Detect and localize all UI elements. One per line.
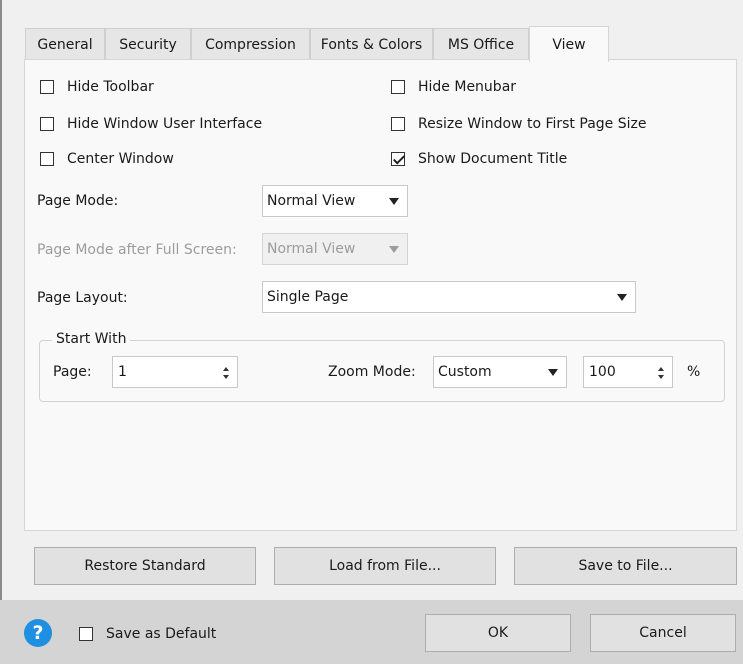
- zoom-unit: %: [687, 364, 701, 380]
- zoom-mode-value: Custom: [438, 364, 492, 380]
- zoom-value: 100: [589, 364, 616, 380]
- page-layout-select[interactable]: Single Page: [262, 281, 636, 313]
- load-from-file-button[interactable]: Load from File...: [274, 547, 496, 585]
- hide-toolbar-option[interactable]: Hide Toolbar: [40, 79, 154, 95]
- zoom-mode-label: Zoom Mode:: [328, 364, 416, 380]
- save-as-default-checkbox[interactable]: [79, 627, 93, 641]
- start-page-spinner[interactable]: 1: [112, 356, 238, 388]
- ok-button[interactable]: OK: [425, 614, 571, 652]
- save-to-file-button[interactable]: Save to File...: [514, 547, 737, 585]
- view-settings-panel: Hide Toolbar Hide Menubar Hide Window Us…: [24, 59, 737, 531]
- spin-up-icon[interactable]: [658, 367, 664, 371]
- center-window-checkbox[interactable]: [40, 152, 54, 166]
- page-mode-value: Normal View: [267, 193, 356, 209]
- resize-window-label: Resize Window to First Page Size: [418, 116, 647, 132]
- save-as-default-label: Save as Default: [106, 626, 217, 642]
- zoom-mode-select[interactable]: Custom: [433, 356, 567, 388]
- hide-toolbar-label: Hide Toolbar: [67, 79, 154, 95]
- spin-up-icon[interactable]: [223, 367, 229, 371]
- hide-menubar-label: Hide Menubar: [418, 79, 517, 95]
- save-as-default-option[interactable]: Save as Default: [79, 626, 216, 642]
- spin-down-icon[interactable]: [658, 375, 664, 379]
- restore-standard-button[interactable]: Restore Standard: [34, 547, 256, 585]
- hide-window-ui-checkbox[interactable]: [40, 117, 54, 131]
- hide-menubar-checkbox[interactable]: [391, 80, 405, 94]
- page-layout-label: Page Layout:: [37, 290, 128, 306]
- start-with-title: Start With: [52, 331, 131, 347]
- center-window-option[interactable]: Center Window: [40, 151, 174, 167]
- hide-toolbar-checkbox[interactable]: [40, 80, 54, 94]
- spin-down-icon[interactable]: [223, 375, 229, 379]
- tab-compression[interactable]: Compression: [191, 28, 310, 60]
- page-layout-value: Single Page: [267, 289, 349, 305]
- zoom-value-spinner[interactable]: 100: [583, 356, 673, 388]
- page-mode-fullscreen-select: Normal View: [262, 233, 408, 265]
- window-edge: [0, 0, 2, 600]
- page-mode-fullscreen-label: Page Mode after Full Screen:: [37, 242, 237, 258]
- dropdown-arrow-icon: [389, 198, 399, 205]
- page-mode-fullscreen-value: Normal View: [267, 241, 356, 257]
- hide-menubar-option[interactable]: Hide Menubar: [391, 79, 516, 95]
- start-page-value: 1: [118, 364, 127, 380]
- show-doc-title-checkbox[interactable]: [391, 152, 405, 166]
- hide-window-ui-label: Hide Window User Interface: [67, 116, 263, 132]
- tab-view[interactable]: View: [529, 26, 609, 62]
- page-label: Page:: [53, 364, 92, 380]
- page-mode-label: Page Mode:: [37, 193, 119, 209]
- resize-window-checkbox[interactable]: [391, 117, 405, 131]
- tab-ms-office[interactable]: MS Office: [433, 28, 529, 60]
- resize-window-option[interactable]: Resize Window to First Page Size: [391, 116, 646, 132]
- start-with-group: Start With Page: 1 Zoom Mode: Custom 100…: [39, 331, 725, 402]
- page-mode-select[interactable]: Normal View: [262, 185, 408, 217]
- tab-general[interactable]: General: [25, 28, 105, 60]
- dialog-footer: ? Save as Default OK Cancel: [0, 600, 743, 664]
- tab-fonts-colors[interactable]: Fonts & Colors: [310, 28, 433, 60]
- dropdown-arrow-icon: [389, 246, 399, 253]
- dropdown-arrow-icon: [617, 294, 627, 301]
- show-doc-title-option[interactable]: Show Document Title: [391, 151, 567, 167]
- help-icon[interactable]: ?: [24, 619, 52, 647]
- tab-security[interactable]: Security: [105, 28, 191, 60]
- show-doc-title-label: Show Document Title: [418, 151, 568, 167]
- cancel-button[interactable]: Cancel: [590, 614, 736, 652]
- center-window-label: Center Window: [67, 151, 174, 167]
- dropdown-arrow-icon: [548, 369, 558, 376]
- hide-window-ui-option[interactable]: Hide Window User Interface: [40, 116, 262, 132]
